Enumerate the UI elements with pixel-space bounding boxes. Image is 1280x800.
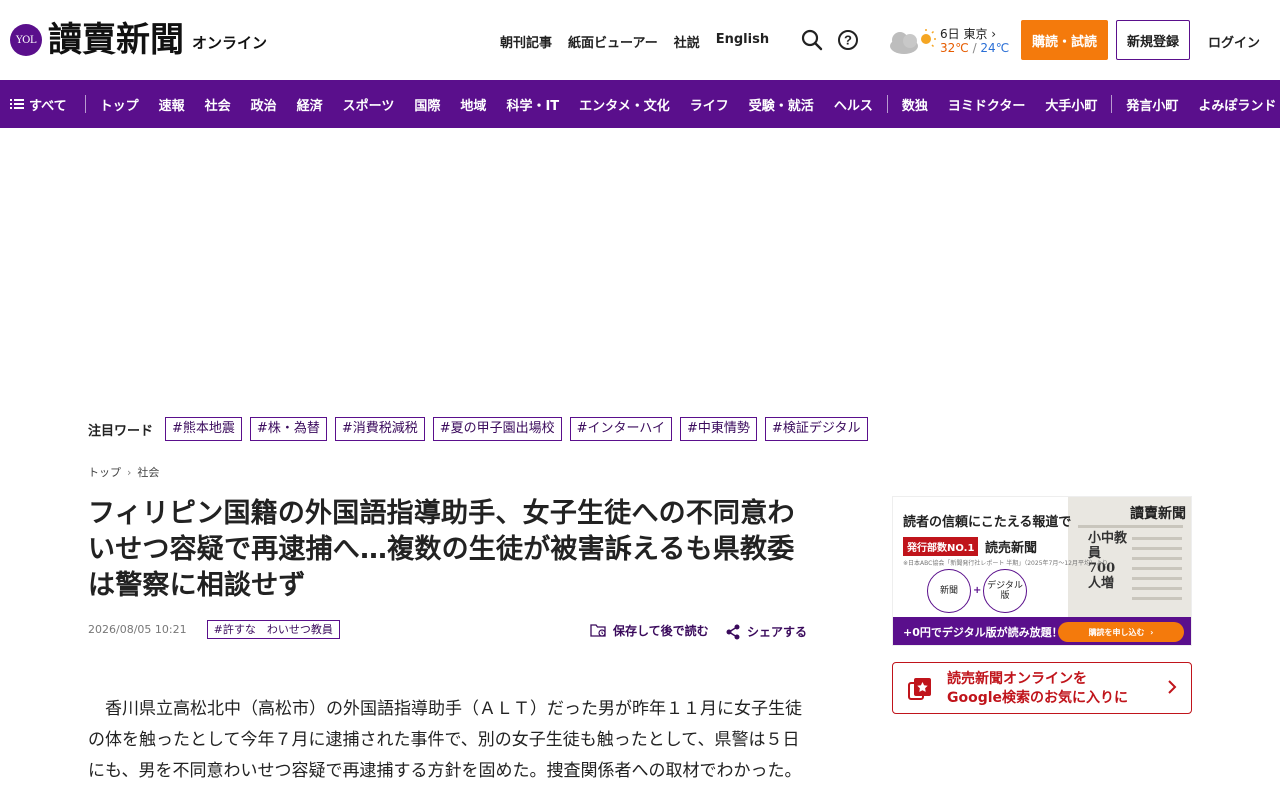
nav-divider — [1111, 95, 1113, 113]
ad-fineprint: ※日本ABC協会「新聞発行社レポート 半期」（2025年7月〜12月平均）より — [903, 560, 1108, 567]
nav-exam-career[interactable]: 受験・就活 — [739, 95, 824, 114]
trending-label: 注目ワード — [88, 423, 154, 439]
nav-top[interactable]: トップ — [90, 95, 149, 114]
login-link[interactable]: ログイン — [1208, 32, 1260, 51]
ad-apply-button[interactable]: 購読を申し込む › — [1058, 622, 1184, 642]
nav-divider — [886, 95, 888, 113]
nav-economy[interactable]: 経済 — [287, 95, 333, 114]
nav-editorial[interactable]: 社説 — [674, 32, 700, 51]
site-header: YOL 讀賣新聞 オンライン 朝刊記事 紙面ビューアー 社説 English ?… — [0, 0, 1280, 80]
nav-sports[interactable]: スポーツ — [333, 95, 405, 114]
ad-circle-digital: デジタル版 — [983, 569, 1027, 613]
article-meta: 2026/08/05 10:21 #許すな わいせつ教員 — [88, 620, 340, 639]
paper-masthead: 讀賣新聞 — [1130, 506, 1186, 522]
nav-otekomachi[interactable]: 大手小町 — [1035, 95, 1107, 114]
cloudy-sunny-icon — [890, 29, 936, 54]
trending-tag[interactable]: #熊本地震 — [165, 417, 242, 441]
breadcrumb: トップ › 社会 — [88, 464, 159, 480]
help-icon[interactable]: ? — [837, 29, 859, 51]
chevron-right-icon — [1168, 680, 1177, 694]
article-date: 2026/08/05 10:21 — [88, 623, 187, 636]
nav-morning-edition[interactable]: 朝刊記事 — [500, 32, 552, 51]
nav-yomipoland[interactable]: よみぽランド — [1188, 95, 1276, 114]
star-bookmark-icon — [908, 678, 931, 700]
google-favorite-banner[interactable]: 読売新聞オンラインを Google検索のお気に入りに — [892, 662, 1192, 714]
ad-cta-text: +0円でデジタル版が読み放題！ — [903, 626, 1063, 639]
google-favorite-text: 読売新聞オンラインを Google検索のお気に入りに — [947, 671, 1129, 706]
top-nav: 朝刊記事 紙面ビューアー 社説 English — [500, 32, 769, 51]
nav-english[interactable]: English — [716, 32, 769, 51]
nav-science-it[interactable]: 科学・IT — [496, 95, 569, 114]
article-title: フィリピン国籍の外国語指導助手、女子生徒への不同意わいせつ容疑で再逮捕へ…複数の… — [88, 498, 795, 601]
register-button[interactable]: 新規登録 — [1116, 20, 1190, 60]
nav-sudoku[interactable]: 数独 — [892, 95, 938, 114]
nav-politics[interactable]: 政治 — [241, 95, 287, 114]
nav-all[interactable]: すべて — [10, 95, 81, 114]
ad-circle-newspaper: 新聞 — [927, 569, 971, 613]
article-body: 香川県立高松北中（高松市）の外国語指導助手（ＡＬＴ）だった男が昨年１１月に女子生… — [88, 699, 802, 781]
subscribe-button[interactable]: 購読・試読 — [1021, 20, 1108, 60]
category-nav: すべて トップ 速報 社会 政治 経済 スポーツ 国際 地域 科学・IT エンタ… — [0, 80, 1280, 128]
weather-temperatures: 32℃ / 24℃ — [940, 41, 1010, 55]
trending-tag[interactable]: #インターハイ — [569, 417, 673, 441]
ad-cta-bar: +0円でデジタル版が読み放題！ 購読を申し込む › — [893, 617, 1191, 645]
breadcrumb-top[interactable]: トップ — [88, 464, 121, 480]
nav-breaking[interactable]: 速報 — [149, 95, 195, 114]
ad-brand: 読売新聞 — [985, 541, 1038, 556]
ad-badge: 発行部数NO.1 — [903, 537, 979, 556]
site-logo[interactable]: YOL 讀賣新聞 オンライン — [10, 20, 267, 60]
share-icon — [726, 624, 740, 639]
trending-tag[interactable]: #中東情勢 — [680, 417, 757, 441]
nav-health[interactable]: ヘルス — [824, 95, 883, 114]
folder-clock-icon — [590, 624, 606, 637]
temp-low: 24℃ — [980, 41, 1010, 55]
share-button[interactable]: シェアする — [725, 623, 807, 640]
nav-hatsugenkomachi[interactable]: 発言小町 — [1116, 95, 1188, 114]
search-icon[interactable] — [801, 29, 823, 51]
weather-widget[interactable]: 6日 東京 › 32℃ / 24℃ — [886, 24, 1009, 58]
trending-tag[interactable]: #夏の甲子園出場校 — [432, 417, 562, 441]
trending-tag[interactable]: #消費税減税 — [334, 417, 425, 441]
nav-society[interactable]: 社会 — [195, 95, 241, 114]
menu-icon — [10, 99, 24, 109]
weather-date-location: 6日 東京 › — [940, 27, 997, 41]
nav-paper-viewer[interactable]: 紙面ビューアー — [568, 32, 658, 51]
trending-tag[interactable]: #検証デジタル — [764, 417, 868, 441]
yol-badge: YOL — [10, 24, 42, 56]
nav-world[interactable]: 国際 — [404, 95, 450, 114]
article-tag[interactable]: #許すな わいせつ教員 — [206, 620, 340, 639]
svg-text:?: ? — [844, 33, 852, 48]
logo-subtitle: オンライン — [192, 33, 268, 52]
trending-tag[interactable]: #株・為替 — [249, 417, 327, 441]
chevron-right-icon: › — [127, 465, 132, 479]
nav-entertainment[interactable]: エンタメ・文化 — [569, 95, 680, 114]
nav-life[interactable]: ライフ — [680, 95, 739, 114]
trending-words: 注目ワード #熊本地震 #株・為替 #消費税減税 #夏の甲子園出場校 #インター… — [88, 417, 868, 441]
breadcrumb-society[interactable]: 社会 — [137, 464, 159, 480]
newspaper-image: 讀賣新聞 小中教員700人増 — [1068, 497, 1191, 617]
logo-text: 讀賣新聞 — [48, 20, 184, 60]
ad-headline: 読者の信頼にこたえる報道で — [903, 515, 1072, 530]
save-for-later-button[interactable]: 保存して後で読む — [590, 622, 709, 639]
nav-yomidr[interactable]: ヨミドクター — [938, 95, 1035, 114]
ad-plus: + — [973, 585, 982, 596]
temp-high: 32℃ — [940, 41, 969, 55]
nav-local[interactable]: 地域 — [450, 95, 496, 114]
nav-divider — [84, 95, 86, 113]
subscription-ad-banner[interactable]: 讀賣新聞 小中教員700人増 読者の信頼にこたえる報道で 発行部数NO.1 読売… — [892, 496, 1192, 646]
